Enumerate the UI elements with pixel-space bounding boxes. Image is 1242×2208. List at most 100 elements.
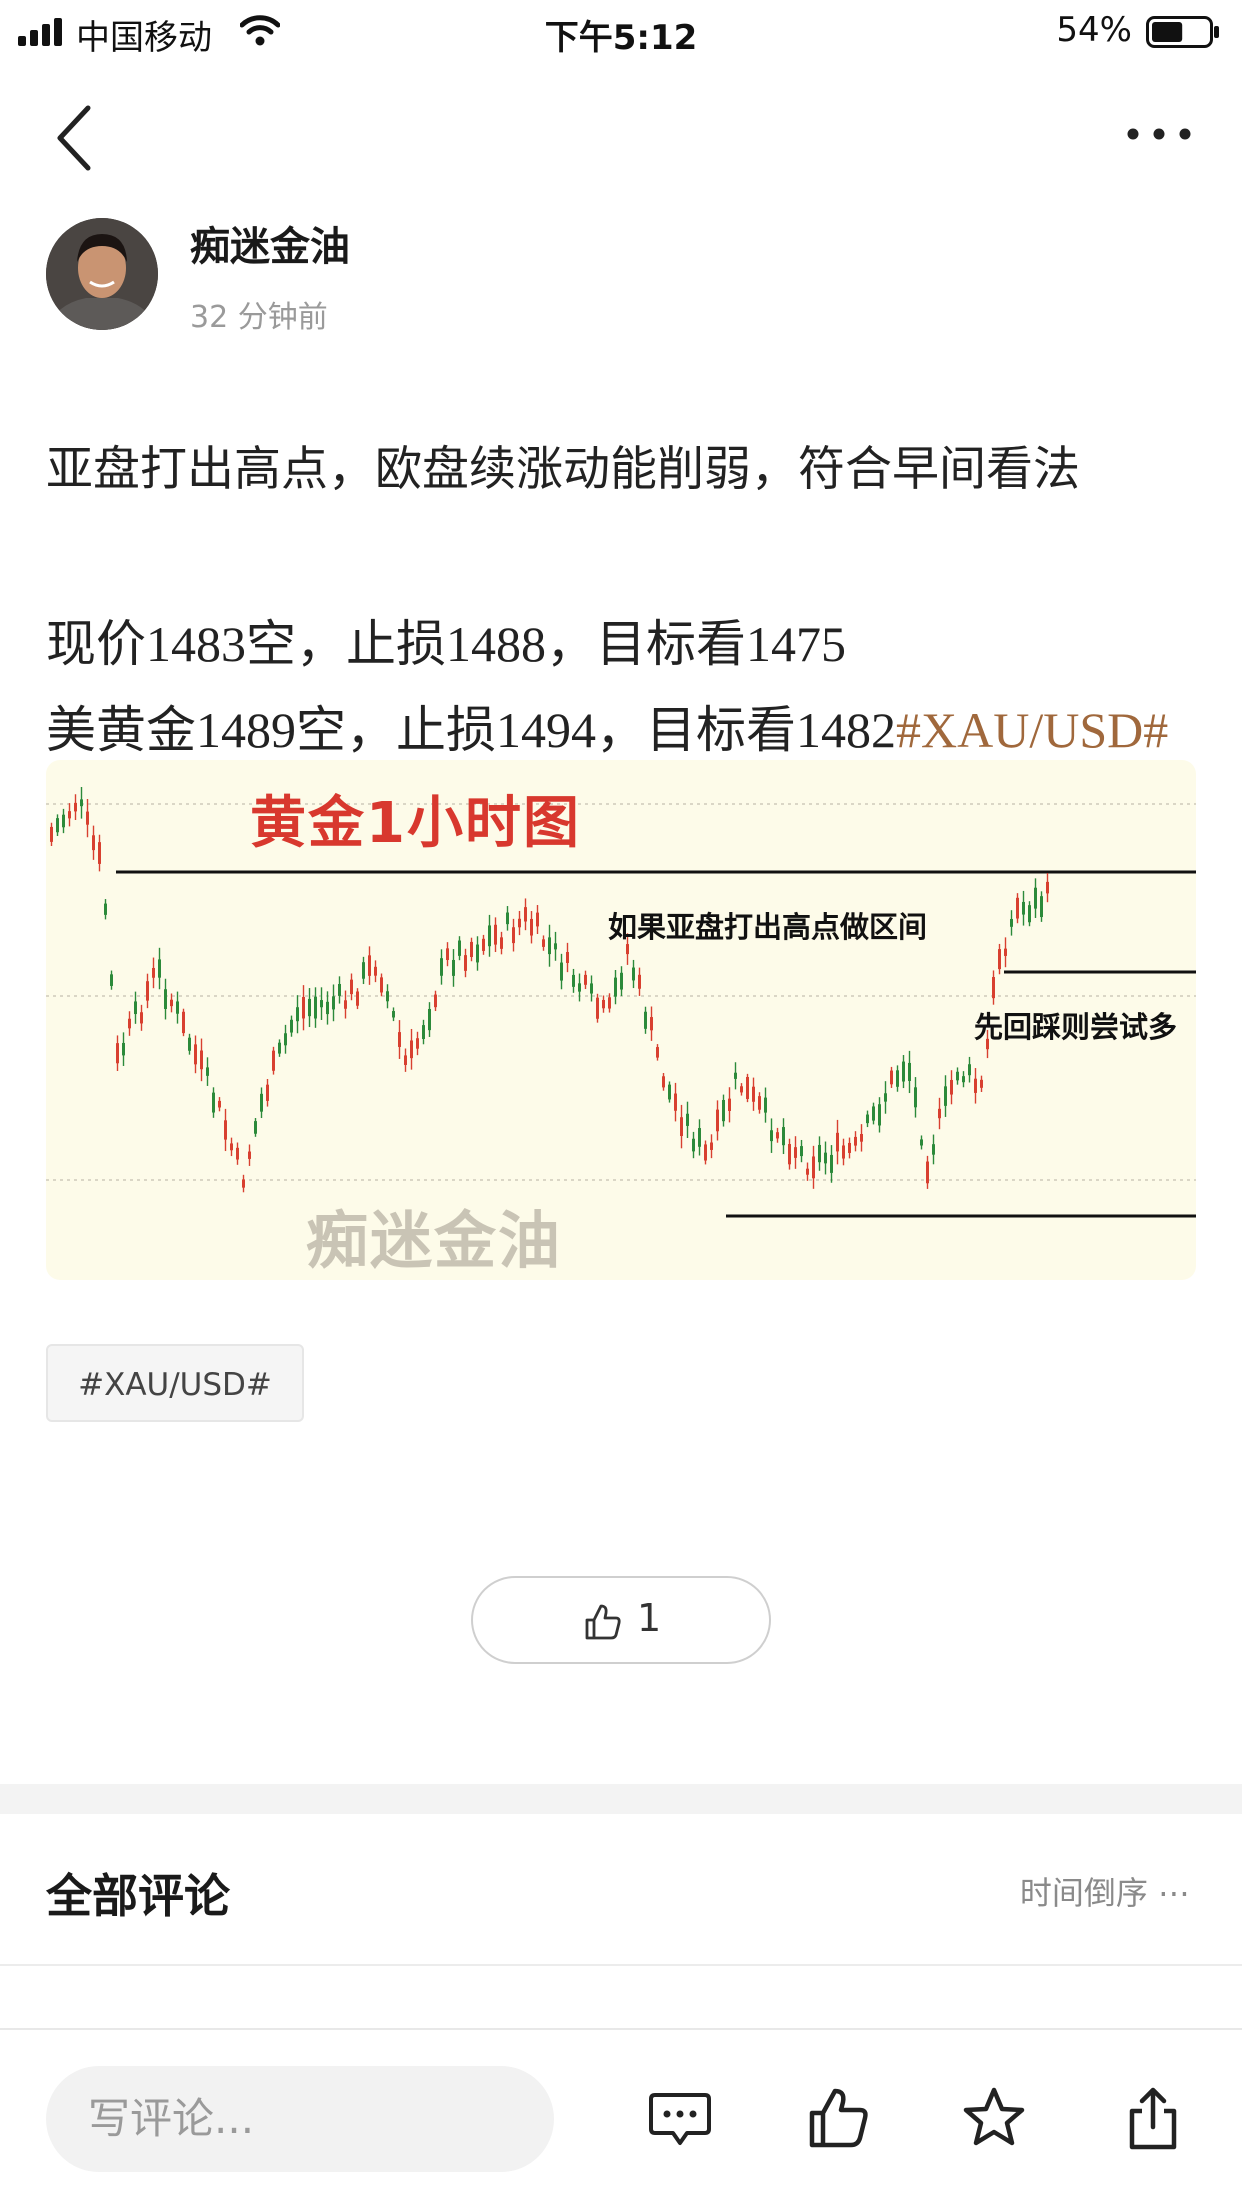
candle-body [1034,887,1037,909]
thumbs-up-icon[interactable] [806,2085,872,2151]
candle-body [482,938,485,951]
candle-body [710,1142,713,1150]
candle-body [524,907,527,922]
candle-body [260,1093,263,1112]
candle-body [572,974,575,987]
candle-body [422,1025,425,1039]
candle-body [698,1128,701,1147]
post-chart-image[interactable]: 黄金1小时图 如果亚盘打出高点做区间 先回踩则尝试多 痴迷金油 [46,760,1196,1280]
candle-body [596,997,599,1019]
candle-body [116,1043,119,1064]
candle-body [770,1130,773,1142]
candle-body [614,977,617,997]
candle-body [896,1070,899,1087]
post-timestamp: 32 分钟前 [190,300,328,335]
candle-body [1040,896,1043,918]
candle-body [182,1011,185,1034]
battery-percent: 54% [1056,10,1132,50]
candle-body [692,1138,695,1152]
candle-body [242,1179,245,1188]
candle-body [512,927,515,944]
candle-body [938,1108,941,1119]
candle-body [284,1033,287,1046]
sort-order-button[interactable]: 时间倒序 ⋯ [1020,1868,1190,1914]
candle-body [428,1008,431,1031]
chart-watermark: 痴迷金油 [306,1204,563,1277]
candle-body [104,903,107,915]
candle-body [638,974,641,989]
candle-body [800,1146,803,1157]
topic-tag-chip[interactable]: #XAU/USD# [46,1344,304,1422]
candle-body [410,1040,413,1059]
author-name[interactable]: 痴迷金油 [190,214,350,272]
comment-icon[interactable] [647,2085,713,2151]
candle-body [206,1067,209,1076]
back-chevron-icon[interactable] [50,100,100,176]
candle-body [236,1147,239,1160]
candle-body [278,1042,281,1054]
candle-body [1028,905,1031,923]
author-avatar[interactable] [46,218,158,330]
candle-body [950,1079,953,1095]
post-text-line: 亚盘打出高点，欧盘续涨动能削弱，符合早间看法 [46,442,1080,497]
candle-body [1022,901,1025,915]
candle-body [806,1168,809,1175]
candle-body [752,1086,755,1102]
candle-body [764,1097,767,1113]
candle-body [404,1055,407,1065]
post-text-line: 美黄金1489空，止损1494，目标看1482#XAU/USD# [46,690,1168,762]
candle-body [536,912,539,927]
candle-body [554,943,557,950]
thumbs-up-icon [585,1604,621,1640]
candle-body [254,1121,257,1134]
comment-input[interactable]: 写评论... [46,2066,554,2172]
candle-body [368,955,371,976]
chart-image-title: 黄金1小时图 [250,791,581,856]
candle-body [86,811,89,825]
candle-body [932,1144,935,1155]
share-icon[interactable] [1120,2085,1186,2151]
candle-body [902,1061,905,1082]
candle-body [914,1087,917,1108]
candle-body [146,981,149,1001]
like-count: 1 [637,1596,662,1640]
candle-body [848,1142,851,1153]
candle-body [956,1071,959,1081]
candle-body [968,1064,971,1076]
like-button[interactable]: 1 [471,1576,771,1664]
candle-body [194,1044,197,1065]
candle-body [338,983,341,996]
candle-body [272,1050,275,1071]
candle-body [926,1161,929,1184]
avatar-portrait [46,218,158,330]
candle-body [866,1114,869,1124]
candle-body [344,1000,347,1009]
candle-body [812,1156,815,1179]
candle-body [500,937,503,949]
candle-body [152,967,155,978]
candle-body [314,996,317,1019]
candle-body [860,1134,863,1142]
candle-body [380,977,383,993]
hashtag-link[interactable]: #XAU/USD# [896,702,1168,758]
candle-body [188,1037,191,1051]
candle-body [80,799,83,807]
candle-body [476,944,479,963]
candle-body [470,941,473,958]
candle-body [530,918,533,936]
candle-body [362,962,365,979]
candle-body [890,1070,893,1085]
candle-body [350,979,353,995]
candle-body [992,977,995,999]
candle-body [200,1050,203,1070]
star-icon[interactable] [961,2085,1027,2151]
candle-body [686,1113,689,1126]
candle-body [560,962,563,981]
more-dots-icon[interactable] [1124,122,1194,146]
candle-body [740,1086,743,1093]
chart-image-note: 如果亚盘打出高点做区间 [608,910,928,944]
candle-body [308,998,311,1017]
candle-body [836,1132,839,1152]
chart-image-note: 先回踩则尝试多 [974,1010,1178,1044]
candle-body [356,991,359,1006]
